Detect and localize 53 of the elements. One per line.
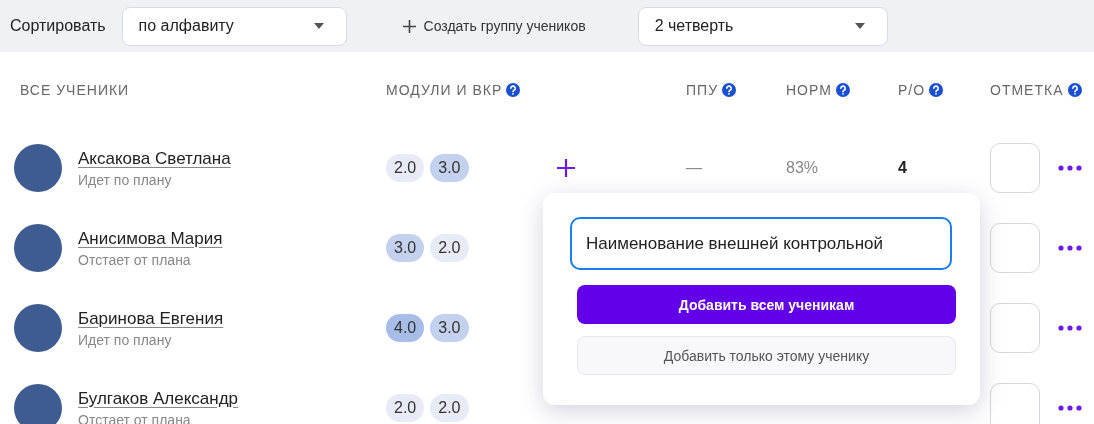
grade-badge: 2.0 xyxy=(430,234,469,262)
student-name-link[interactable]: Аксакова Светлана xyxy=(78,148,231,169)
column-header: ОТМЕТКА xyxy=(990,82,1064,98)
student-status: Отстает от плана xyxy=(78,251,192,268)
create-group-button[interactable]: Создать группу учеников xyxy=(402,18,586,34)
student-status: Отстает от плана xyxy=(78,411,192,424)
norm-value: 83% xyxy=(786,159,819,176)
help-icon[interactable] xyxy=(929,83,944,97)
help-icon[interactable] xyxy=(835,83,850,97)
column-header: ППУ xyxy=(686,82,719,98)
help-icon[interactable] xyxy=(722,83,737,97)
more-icon[interactable] xyxy=(1058,325,1082,331)
more-icon[interactable] xyxy=(1058,405,1082,411)
avatar xyxy=(14,304,62,352)
period-dropdown[interactable]: 2 четверть xyxy=(637,6,888,46)
more-icon[interactable] xyxy=(1058,165,1082,171)
column-header: НОРМ xyxy=(786,82,832,98)
plus-icon xyxy=(402,19,416,33)
student-name-link[interactable]: Анисимова Мария xyxy=(78,228,223,249)
grade-badge: 2.0 xyxy=(430,394,469,422)
student-status: Идет по плану xyxy=(78,331,173,348)
student-name-link[interactable]: Булгаков Александр xyxy=(78,388,238,409)
grade-badge: 4.0 xyxy=(386,314,425,342)
caret-icon xyxy=(854,23,865,29)
student-name-link[interactable]: Баринова Евгения xyxy=(78,308,224,329)
grade-badge: 3.0 xyxy=(430,314,469,342)
grade-badge: 2.0 xyxy=(386,394,425,422)
sort-label: Сортировать xyxy=(10,17,106,35)
avatar xyxy=(14,144,62,192)
add-all-button[interactable]: Добавить всем ученикам xyxy=(577,285,956,324)
more-icon[interactable] xyxy=(1058,245,1082,251)
add-one-button[interactable]: Добавить только этому ученику xyxy=(577,336,956,375)
sort-dropdown[interactable]: по алфавиту xyxy=(121,6,347,46)
student-status: Идет по плану xyxy=(78,171,173,188)
grade-field[interactable] xyxy=(990,303,1040,353)
add-button[interactable] xyxy=(556,158,576,178)
avatar xyxy=(14,224,62,272)
caret-icon xyxy=(313,23,324,29)
column-header: ВСЕ УЧЕНИКИ xyxy=(20,82,130,98)
grade-field[interactable] xyxy=(990,223,1040,273)
grade-field[interactable] xyxy=(990,383,1040,424)
column-header: МОДУЛИ И ВКР xyxy=(386,82,503,98)
column-header: Р/О xyxy=(898,82,926,98)
help-icon[interactable] xyxy=(1067,83,1082,97)
grade-badge: 3.0 xyxy=(430,154,469,182)
grade-badge: 2.0 xyxy=(386,154,425,182)
help-icon[interactable] xyxy=(506,83,521,97)
grade-field[interactable] xyxy=(990,143,1040,193)
ppu-value: — xyxy=(686,159,702,176)
test-name-input[interactable]: Наименование внешней контрольной xyxy=(570,217,952,270)
grade-badge: 3.0 xyxy=(386,234,425,262)
avatar xyxy=(14,384,62,424)
ro-value: 4 xyxy=(898,159,907,176)
